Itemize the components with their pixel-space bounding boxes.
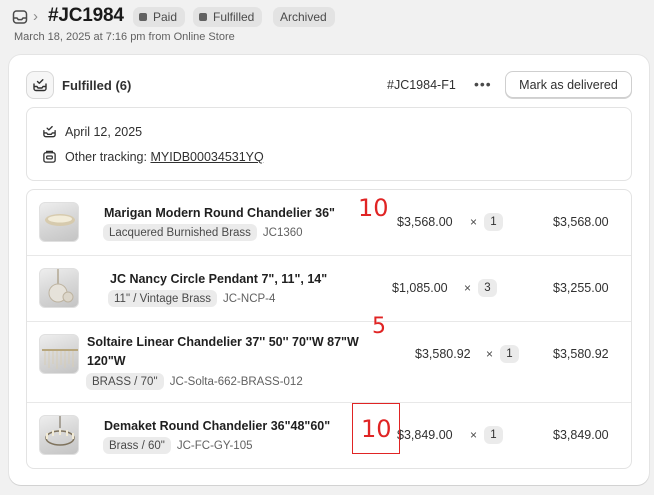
product-thumbnail[interactable] [39, 202, 79, 242]
sku-text: JC-Solta-662-BRASS-012 [169, 375, 303, 388]
tracking-number-link[interactable]: MYIDB00034531YQ [150, 150, 263, 164]
unit-price: $1,085.00 [392, 281, 448, 295]
quantity-badge: 1 [500, 345, 519, 363]
line-total: $3,580.92 [553, 347, 609, 361]
sku-text: JC1360 [262, 226, 303, 239]
quantity-badge: 1 [484, 213, 503, 231]
multiply-sign: × [464, 281, 472, 295]
divider [27, 321, 631, 322]
unit-price: $3,580.92 [415, 347, 471, 361]
product-name[interactable]: Soltaire Linear Chandelier 37'' 50'' 70'… [87, 333, 387, 371]
status-badge-fulfilled: Fulfilled [193, 7, 263, 27]
badge-label: Archived [280, 10, 327, 24]
status-badge-archived: Archived [273, 7, 335, 27]
line-total: $3,255.00 [553, 281, 609, 295]
breadcrumb-chevron-icon: › [33, 8, 38, 25]
order-subtitle: March 18, 2025 at 7:16 pm from Online St… [14, 31, 235, 43]
status-badge-paid: Paid [133, 7, 186, 27]
tracking-row: Other tracking: MYIDB00034531YQ [65, 150, 264, 164]
inbox-icon [12, 10, 28, 24]
product-thumbnail[interactable] [39, 415, 79, 455]
fulfillment-title: Fulfilled (6) [62, 78, 132, 93]
multiply-sign: × [486, 347, 494, 361]
product-name-line: Soltaire Linear Chandelier 37'' 50'' 70'… [87, 335, 359, 349]
quantity-badge: 3 [478, 279, 497, 297]
tracking-section [26, 107, 632, 181]
variant-chip: Brass / 60" [103, 437, 171, 454]
product-name[interactable]: Marigan Modern Round Chandelier 36" [104, 204, 335, 223]
quantity-badge: 1 [484, 426, 503, 444]
product-name[interactable]: Demaket Round Chandelier 36"48"60" [104, 417, 330, 436]
product-thumbnail[interactable] [39, 334, 79, 374]
variant-chip: 11" / Vintage Brass [108, 290, 217, 307]
line-total: $3,849.00 [553, 428, 609, 442]
more-actions-icon[interactable]: ••• [474, 76, 492, 92]
list-item: 11" / Vintage Brass JC-NCP-4 [108, 290, 275, 307]
list-item: Brass / 60" JC-FC-GY-105 [103, 437, 252, 454]
tracking-label: Other tracking: [65, 150, 147, 164]
annotation-number: 10 [361, 415, 392, 443]
product-name-line: 120"W [87, 354, 126, 368]
divider [27, 255, 631, 256]
badge-label: Fulfilled [213, 10, 255, 24]
mark-as-delivered-button[interactable]: Mark as delivered [505, 71, 632, 98]
list-item: Lacquered Burnished Brass JC1360 [103, 224, 303, 241]
annotation-number: 10 [358, 194, 389, 222]
multiply-sign: × [470, 428, 478, 442]
product-name[interactable]: JC Nancy Circle Pendant 7", 11", 14" [110, 270, 327, 289]
badge-dot-icon [199, 13, 207, 21]
fulfilled-box-icon [33, 79, 47, 92]
list-item: BRASS / 70'' JC-Solta-662-BRASS-012 [86, 373, 303, 390]
line-total: $3,568.00 [553, 215, 609, 229]
fulfillment-id: #JC1984-F1 [387, 78, 456, 92]
unit-price: $3,849.00 [397, 428, 453, 442]
sku-text: JC-NCP-4 [223, 292, 276, 305]
delivery-date-icon [43, 125, 56, 138]
badge-label: Paid [153, 10, 178, 24]
multiply-sign: × [470, 215, 478, 229]
product-thumbnail[interactable] [39, 268, 79, 308]
tracking-icon [43, 150, 56, 163]
sku-text: JC-FC-GY-105 [176, 439, 253, 452]
unit-price: $3,568.00 [397, 215, 453, 229]
fulfilled-status-icon [26, 71, 54, 99]
variant-chip: BRASS / 70'' [86, 373, 164, 390]
badge-dot-icon [139, 13, 147, 21]
variant-chip: Lacquered Burnished Brass [103, 224, 257, 241]
annotation-number: 5 [372, 314, 386, 339]
divider [27, 402, 631, 403]
order-title: #JC1984 [48, 5, 124, 26]
fulfillment-date: April 12, 2025 [65, 125, 143, 139]
